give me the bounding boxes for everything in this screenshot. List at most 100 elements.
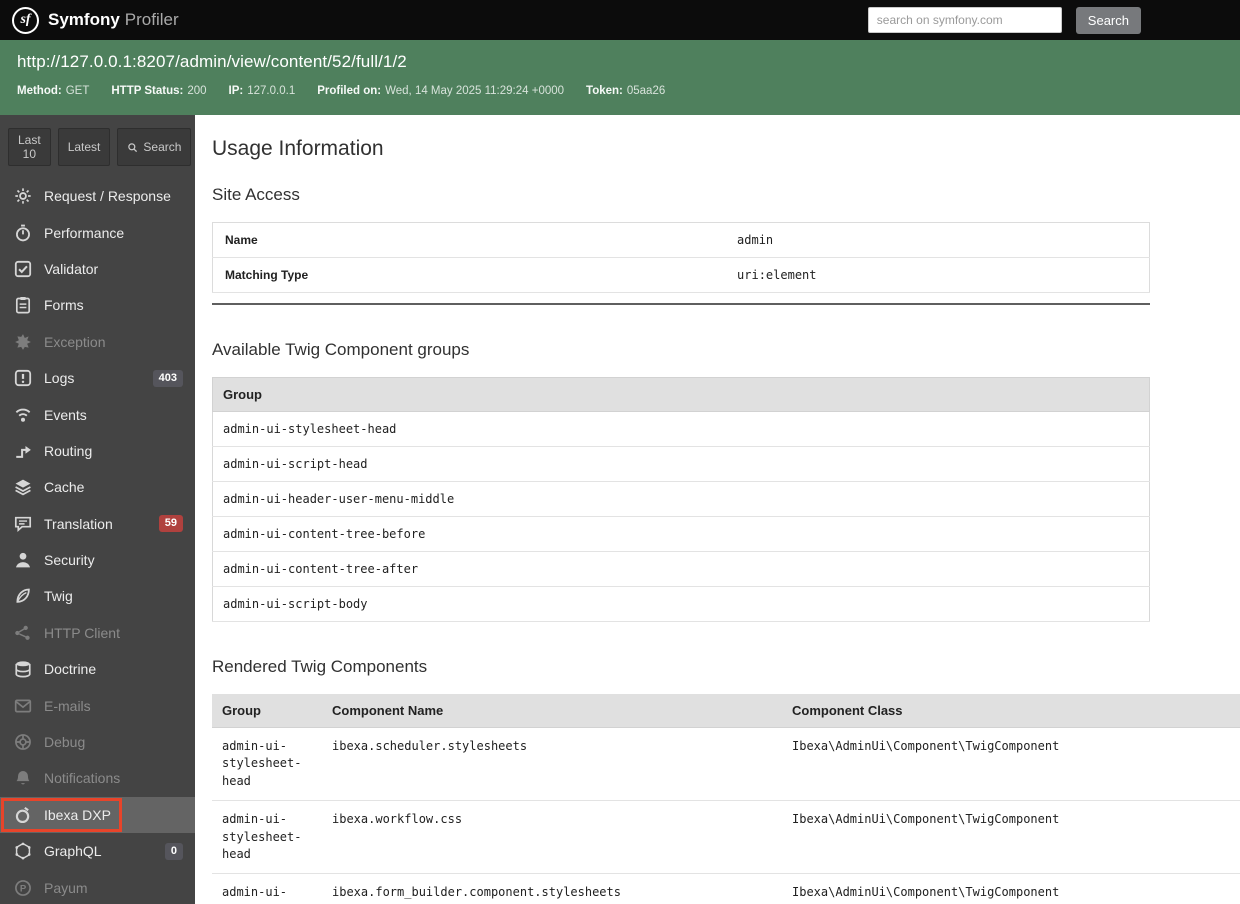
twig-group-row: admin-ui-content-tree-before <box>212 516 1150 552</box>
site-access-body: Name admin Matching Type uri:element <box>212 222 1150 293</box>
cell-group: admin-ui-stylesheet-head <box>212 800 322 875</box>
twig-group-row: admin-ui-script-head <box>212 446 1150 482</box>
request-url[interactable]: http://127.0.0.1:8207/admin/view/content… <box>17 52 1223 72</box>
site-access-table: Name admin Matching Type uri:element <box>212 222 1150 293</box>
sidebar-search-button[interactable]: Search <box>117 128 192 166</box>
sidebar-item-request-response[interactable]: Request / Response <box>0 178 195 214</box>
main-content: Usage Information Site Access Name admin M… <box>195 115 1240 904</box>
sidebar-menu: Request / Response Performance Validator Fo… <box>0 178 195 904</box>
twig-groups-table: Group admin-ui-stylesheet-head admin-ui-s… <box>212 377 1150 622</box>
cell-component-name: ibexa.scheduler.stylesheets <box>322 727 782 802</box>
site-access-row: Name admin <box>212 222 1150 258</box>
sidebar-item-label: E-mails <box>44 697 91 714</box>
brand-primary: Symfony <box>48 10 120 29</box>
rendered-components-table: Group Component Name Component Class admin… <box>212 694 1240 904</box>
cell-component-class: Ibexa\AdminUi\Component\TwigComponent <box>782 727 1240 802</box>
validator-icon <box>14 260 32 278</box>
sidebar-item-label: Events <box>44 406 87 423</box>
sidebar-item-performance[interactable]: Performance <box>0 214 195 250</box>
sidebar-item-notifications[interactable]: Notifications <box>0 760 195 796</box>
svg-text:P: P <box>20 883 27 894</box>
brand: Symfony Profiler <box>48 10 179 30</box>
sidebar-item-e-mails[interactable]: E-mails <box>0 687 195 723</box>
debug-icon <box>14 733 32 751</box>
sidebar-item-payum[interactable]: P Payum <box>0 869 195 904</box>
sidebar-item-graphql[interactable]: GraphQL 0 <box>0 833 195 869</box>
meta-label: HTTP Status: <box>111 85 184 97</box>
cell-group: admin-ui-stylesheet-head <box>212 873 322 904</box>
sidebar-item-label: Validator <box>44 260 99 277</box>
button-label: Latest <box>67 140 101 154</box>
sidebar-latest-button[interactable]: Latest <box>57 128 111 166</box>
button-label: Search <box>143 140 182 154</box>
request-header: http://127.0.0.1:8207/admin/view/content… <box>0 40 1240 115</box>
meta-value: GET <box>65 85 90 97</box>
meta-value: 127.0.0.1 <box>247 85 296 97</box>
sidebar-item-validator[interactable]: Validator <box>0 251 195 287</box>
cell-component-name: ibexa.form_builder.component.stylesheets <box>322 873 782 904</box>
sidebar-item-label: HTTP Client <box>44 624 120 641</box>
meta-label: Profiled on: <box>317 85 382 97</box>
sidebar-item-label: Debug <box>44 734 86 751</box>
twig-groups-body: admin-ui-stylesheet-head admin-ui-script-… <box>212 411 1150 622</box>
sidebar-item-label: Forms <box>44 297 84 314</box>
rendered-component-row: admin-ui-stylesheet-head ibexa.scheduler.… <box>212 727 1240 802</box>
sidebar-item-forms[interactable]: Forms <box>0 287 195 323</box>
column-header-group: Group <box>212 694 322 728</box>
cell-component-class: Ibexa\AdminUi\Component\TwigComponent <box>782 800 1240 875</box>
topbar: sf Symfony Profiler Search <box>0 0 1240 40</box>
sidebar-item-routing[interactable]: Routing <box>0 433 195 469</box>
translation-icon <box>14 515 32 533</box>
sidebar-item-cache[interactable]: Cache <box>0 469 195 505</box>
cache-icon <box>14 478 32 496</box>
search-button[interactable]: Search <box>1075 6 1141 34</box>
sidebar-item-label: Payum <box>44 879 88 896</box>
sidebar-item-debug[interactable]: Debug <box>0 724 195 760</box>
sidebar-item-translation[interactable]: Translation 59 <box>0 506 195 542</box>
sidebar-item-twig[interactable]: Twig <box>0 578 195 614</box>
sidebar-item-security[interactable]: Security <box>0 542 195 578</box>
sidebar-item-events[interactable]: Events <box>0 396 195 432</box>
search-input[interactable] <box>867 7 1062 33</box>
sidebar-item-label: Cache <box>44 479 85 496</box>
sidebar-item-logs[interactable]: Logs 403 <box>0 360 195 396</box>
request-meta-item: Method: GET <box>17 85 89 97</box>
graphql-icon <box>14 842 32 860</box>
brand-secondary: Profiler <box>124 10 179 29</box>
routing-icon <box>14 442 32 460</box>
ibexa-icon <box>14 806 32 824</box>
sidebar-actions: Last 10 Latest Search <box>0 115 195 178</box>
sidebar-item-label: Performance <box>44 224 125 241</box>
sidebar-item-label: Ibexa DXP <box>44 806 111 823</box>
group-name: admin-ui-stylesheet-head <box>212 411 1150 447</box>
sidebar-item-label: Twig <box>44 588 73 605</box>
twig-groups-section: Available Twig Component groups Group ad… <box>212 340 1150 622</box>
sidebar-item-http-client[interactable]: HTTP Client <box>0 615 195 651</box>
payum-icon: P <box>14 879 32 897</box>
group-name: admin-ui-header-user-menu-middle <box>212 481 1150 517</box>
logs-icon <box>14 369 32 387</box>
search-icon <box>127 142 138 153</box>
sidebar-last-10-button[interactable]: Last 10 <box>8 128 51 166</box>
group-name: admin-ui-content-tree-after <box>212 551 1150 587</box>
column-header-component-class: Component Class <box>782 694 1240 728</box>
sidebar-item-doctrine[interactable]: Doctrine <box>0 651 195 687</box>
meta-label: Method: <box>17 85 62 97</box>
topbar-search: Search <box>867 6 1141 34</box>
group-name: admin-ui-content-tree-before <box>212 516 1150 552</box>
site-access-section: Site Access Name admin Matching Type uri:el… <box>212 185 1150 305</box>
sidebar-item-exception[interactable]: Exception <box>0 324 195 360</box>
emails-icon <box>14 697 32 715</box>
twig-group-row: admin-ui-header-user-menu-middle <box>212 481 1150 517</box>
row-value: admin <box>725 222 1150 258</box>
meta-value: Wed, 14 May 2025 11:29:24 +0000 <box>385 85 565 97</box>
exception-icon <box>14 333 32 351</box>
rendered-components-heading: Rendered Twig Components <box>212 657 428 676</box>
sidebar-item-label: Translation <box>44 515 113 532</box>
sidebar-item-ibexa-dxp[interactable]: Ibexa DXP <box>0 796 195 834</box>
meta-label: Token: <box>586 85 623 97</box>
security-icon <box>14 551 32 569</box>
rendered-components-body: admin-ui-stylesheet-head ibexa.scheduler.… <box>212 727 1240 904</box>
row-label: Name <box>212 222 726 258</box>
doctrine-icon <box>14 660 32 678</box>
